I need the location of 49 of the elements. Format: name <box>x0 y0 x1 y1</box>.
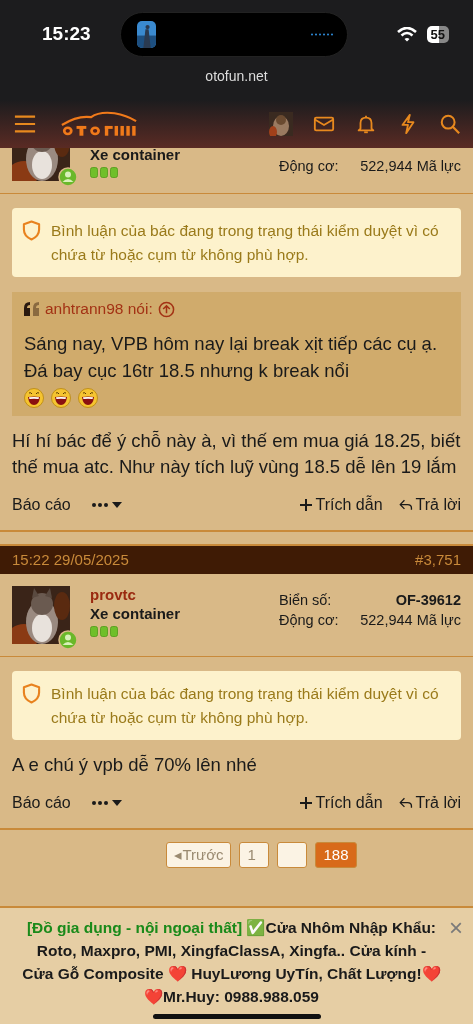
search-icon[interactable] <box>439 113 461 135</box>
url-text: otofun.net <box>204 68 269 84</box>
ad-text[interactable]: [Đồ gia dụng - nội ngoại thất] ✅Cửa Nhôm Nhập Khẩu: Roto, Maxpro, PMI, XingfaClassA, Xingfa.. Cửa kính - Cửa Gỗ Composite ❤ HuyLương UyTín, Chất Lượng!❤❤Mr.Huy: 0988.988.059 <box>20 916 443 1024</box>
laughing-face-icon <box>24 388 44 408</box>
status-time: 15:23 <box>42 23 92 45</box>
arrow-up-circle-icon[interactable] <box>157 300 175 318</box>
shield-icon <box>22 683 41 704</box>
more-options-icon[interactable] <box>90 798 123 808</box>
shield-icon <box>22 220 41 241</box>
report-link[interactable]: Báo cáo <box>12 496 71 514</box>
battery-level: 55 <box>426 25 449 43</box>
ad-banner[interactable]: [Đồ gia dụng - nội ngoại thất] ✅Cửa Nhôm Nhập Khẩu: Roto, Maxpro, PMI, XingfaClassA, Xingfa.. Cửa kính - Cửa Gỗ Composite ❤ HuyLương UyTín, Chất Lượng!❤❤Mr.Huy: 0988.988.059 × <box>0 906 473 1024</box>
bell-icon[interactable] <box>355 113 377 135</box>
rank-bars-icon <box>90 626 118 637</box>
page-button[interactable]: 188 <box>315 842 357 868</box>
notice-text: Bình luận của bác đang trong trạng thái kiểm duyệt vì có chứa từ hoặc cụm từ không phù hợp. <box>51 684 440 728</box>
stat-label: Biển số: <box>279 592 332 608</box>
quote-link[interactable]: Trích dẫn <box>298 496 383 514</box>
quote-mark-icon <box>24 302 40 316</box>
reply-arrow-icon[interactable] <box>398 498 413 512</box>
more-options-icon[interactable] <box>90 500 123 510</box>
post-number[interactable]: #3,751 <box>415 551 461 568</box>
quote-text: Sáng nay, VPB hôm nay lại break xịt tiếp các cụ ạ. Đá bay cục 16tr 18.5 nhưng k break nổi <box>24 333 438 381</box>
stat-label: Động cơ: <box>279 158 339 174</box>
stat-value: 522,944 Mã lực <box>360 612 461 628</box>
stat-value: 522,944 Mã lực <box>360 158 461 174</box>
stat-label: Động cơ: <box>279 612 339 628</box>
reply-link[interactable]: Trả lời <box>398 794 461 812</box>
report-link[interactable]: Báo cáo <box>12 794 71 812</box>
laughing-face-icon <box>78 388 98 408</box>
post-date[interactable]: 15:22 29/05/2025 <box>12 551 129 568</box>
stat-value: OF-39612 <box>395 592 461 608</box>
rank-bars-icon <box>90 167 118 178</box>
username-link[interactable]: provtc <box>90 586 181 603</box>
post-text: A e chú ý vpb dễ 70% lên nhé <box>12 753 258 777</box>
reply-link[interactable]: Trả lời <box>398 496 461 514</box>
wifi-icon <box>396 26 417 42</box>
page-button[interactable] <box>277 842 308 868</box>
reply-arrow-icon[interactable] <box>398 796 413 810</box>
waveform-icon <box>311 32 335 36</box>
user-title: Xe container <box>90 605 181 622</box>
plus-icon[interactable] <box>298 796 313 810</box>
notice-text: Bình luận của bác đang trong trạng thái kiểm duyệt vì có chứa từ hoặc cụm từ không phù hợp. <box>51 221 440 265</box>
plus-icon[interactable] <box>298 498 313 512</box>
user-title: Xe container <box>90 146 181 163</box>
post-text: Hí hí bác để ý chỗ này à, vì thế em mua giá 18.25, biết thế mua atc. Như này tích luỹ vùng 18.5 dễ lên 19 lắm <box>12 429 461 479</box>
quote-link[interactable]: Trích dẫn <box>298 794 383 812</box>
menu-icon[interactable] <box>14 113 36 135</box>
laughing-face-icon <box>51 388 71 408</box>
